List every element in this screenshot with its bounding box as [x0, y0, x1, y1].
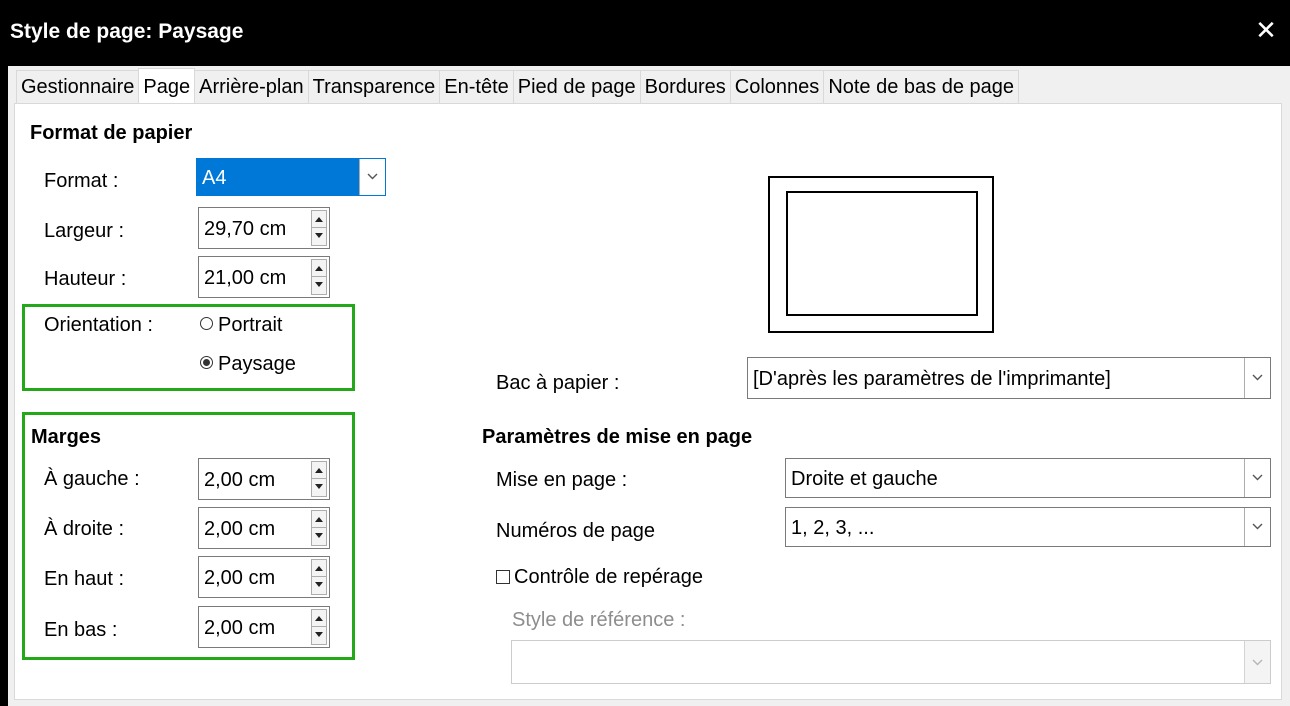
margin-top-label: En haut :: [44, 568, 125, 590]
layout-value: Droite et gauche: [791, 468, 938, 490]
format-value: A4: [202, 167, 227, 189]
spin-down-icon[interactable]: [312, 627, 326, 644]
page-numbers-value: 1, 2, 3, ...: [791, 517, 875, 539]
tab-arriere-plan[interactable]: Arrière-plan: [194, 70, 309, 104]
reference-style-label: Style de référence :: [512, 609, 686, 631]
chevron-down-icon[interactable]: [1244, 358, 1270, 398]
landscape-radio[interactable]: [200, 356, 213, 369]
margin-left-value: 2,00 cm: [204, 469, 276, 491]
tab-colonnes[interactable]: Colonnes: [729, 70, 825, 104]
page-numbers-label: Numéros de page: [496, 520, 655, 542]
margin-bottom-label: En bas :: [44, 619, 118, 641]
paper-format-heading: Format de papier: [30, 122, 193, 144]
orientation-label: Orientation :: [44, 314, 153, 336]
close-icon[interactable]: ✕: [1250, 14, 1282, 46]
layout-dropdown[interactable]: Droite et gauche: [785, 458, 1271, 498]
spin-up-icon[interactable]: [312, 211, 326, 228]
layout-label: Mise en page :: [496, 469, 628, 491]
layout-settings-heading: Paramètres de mise en page: [482, 426, 753, 448]
spin-down-icon[interactable]: [312, 277, 326, 294]
spin-up-icon[interactable]: [312, 511, 326, 528]
page-preview: [768, 176, 994, 333]
paper-tray-label: Bac à papier :: [496, 372, 620, 394]
margin-bottom-spinbox[interactable]: 2,00 cm: [198, 606, 330, 648]
margin-top-value: 2,00 cm: [204, 567, 276, 589]
paper-tray-value: [D'après les paramètres de l'imprimante]: [753, 368, 1111, 390]
reference-style-dropdown[interactable]: [511, 640, 1271, 684]
tab-transparence[interactable]: Transparence: [307, 70, 441, 104]
landscape-label[interactable]: Paysage: [218, 353, 296, 376]
portrait-label[interactable]: Portrait: [218, 314, 282, 337]
window-border: [0, 66, 8, 706]
width-spinbox[interactable]: 29,70 cm: [198, 207, 330, 249]
page-numbers-dropdown[interactable]: 1, 2, 3, ...: [785, 507, 1271, 547]
width-label: Largeur :: [44, 220, 125, 242]
spin-down-icon[interactable]: [312, 228, 326, 245]
height-spin-buttons: [311, 259, 327, 295]
format-dropdown[interactable]: A4: [196, 158, 386, 196]
tab-bar: Gestionnaire Page Arrière-plan Transpare…: [16, 68, 1020, 104]
tab-en-tete[interactable]: En-tête: [439, 70, 514, 104]
chevron-down-icon[interactable]: [1244, 508, 1270, 546]
spin-up-icon[interactable]: [312, 610, 326, 627]
register-true-label[interactable]: Contrôle de repérage: [514, 566, 703, 589]
portrait-radio[interactable]: [200, 317, 213, 330]
margin-right-spinbox[interactable]: 2,00 cm: [198, 507, 330, 549]
spin-up-icon[interactable]: [312, 560, 326, 577]
spin-down-icon[interactable]: [312, 577, 326, 594]
margin-right-label: À droite :: [44, 518, 125, 540]
title-bar: Style de page: Paysage ✕: [0, 0, 1290, 66]
width-value: 29,70 cm: [204, 218, 287, 240]
paper-tray-dropdown[interactable]: [D'après les paramètres de l'imprimante]: [747, 357, 1271, 399]
spin-up-icon[interactable]: [312, 462, 326, 479]
register-true-checkbox[interactable]: [496, 570, 510, 584]
spin-down-icon[interactable]: [312, 528, 326, 545]
spin-up-icon[interactable]: [312, 260, 326, 277]
page-preview-margins: [786, 191, 978, 316]
format-label: Format :: [44, 170, 119, 192]
window-title: Style de page: Paysage: [10, 20, 244, 43]
height-spinbox[interactable]: 21,00 cm: [198, 256, 330, 298]
margin-left-label: À gauche :: [44, 468, 140, 490]
margin-left-spin-buttons: [311, 461, 327, 497]
margin-right-value: 2,00 cm: [204, 518, 276, 540]
tab-bordures[interactable]: Bordures: [639, 70, 731, 104]
tab-pied-de-page[interactable]: Pied de page: [512, 70, 641, 104]
tab-page[interactable]: Page: [138, 68, 196, 104]
chevron-down-icon[interactable]: [1244, 459, 1270, 497]
tab-gestionnaire[interactable]: Gestionnaire: [16, 70, 140, 104]
margin-left-spinbox[interactable]: 2,00 cm: [198, 458, 330, 500]
margin-bottom-value: 2,00 cm: [204, 617, 276, 639]
height-label: Hauteur :: [44, 268, 127, 290]
margin-top-spinbox[interactable]: 2,00 cm: [198, 556, 330, 598]
spin-down-icon[interactable]: [312, 479, 326, 496]
margin-right-spin-buttons: [311, 510, 327, 546]
tab-note-de-bas-de-page[interactable]: Note de bas de page: [823, 70, 1020, 104]
width-spin-buttons: [311, 210, 327, 246]
margin-top-spin-buttons: [311, 559, 327, 595]
chevron-down-icon[interactable]: [359, 159, 385, 195]
margins-heading: Marges: [31, 426, 102, 448]
height-value: 21,00 cm: [204, 267, 287, 289]
chevron-down-icon[interactable]: [1244, 641, 1270, 683]
margin-bottom-spin-buttons: [311, 609, 327, 645]
